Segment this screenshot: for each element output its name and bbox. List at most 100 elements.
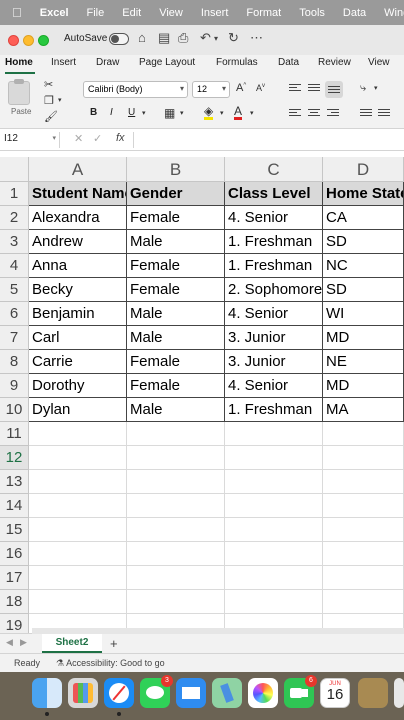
table-cell[interactable] xyxy=(225,590,323,614)
partial-app-icon[interactable] xyxy=(394,678,404,708)
underline-dropdown-icon[interactable]: ▾ xyxy=(142,109,146,117)
table-cell[interactable] xyxy=(127,566,225,590)
header-cell[interactable]: Student Name xyxy=(29,182,127,206)
font-size-select[interactable]: 12 ▾ xyxy=(192,81,230,98)
select-all-corner[interactable] xyxy=(0,157,29,182)
maximize-window-button[interactable] xyxy=(38,35,49,46)
table-cell[interactable] xyxy=(127,542,225,566)
table-cell[interactable]: Male xyxy=(127,230,225,254)
table-cell[interactable] xyxy=(29,494,127,518)
borders-dropdown-icon[interactable]: ▾ xyxy=(180,109,184,117)
table-cell[interactable]: 4. Senior xyxy=(225,302,323,326)
add-sheet-button[interactable]: + xyxy=(110,636,118,651)
calendar-icon[interactable]: JUN 16 xyxy=(320,678,350,708)
home-icon[interactable]: ⌂ xyxy=(138,30,146,45)
row-header[interactable]: 2 xyxy=(0,206,29,230)
row-header[interactable]: 11 xyxy=(0,422,29,446)
print-icon[interactable]: ⎙ xyxy=(178,30,188,46)
menu-excel[interactable]: Excel xyxy=(40,7,69,19)
align-left-icon[interactable] xyxy=(289,109,301,119)
fill-color-icon[interactable]: ◈ xyxy=(204,105,214,120)
orientation-icon[interactable]: ⤷ xyxy=(360,82,366,95)
close-window-button[interactable] xyxy=(8,35,19,46)
autosave-toggle[interactable] xyxy=(109,33,129,45)
cut-icon[interactable]: ✂ xyxy=(44,78,53,91)
column-header[interactable]: B xyxy=(127,157,225,182)
table-cell[interactable] xyxy=(323,590,404,614)
menu-view[interactable]: View xyxy=(159,7,183,19)
table-cell[interactable] xyxy=(225,494,323,518)
table-cell[interactable]: Male xyxy=(127,302,225,326)
align-center-icon[interactable] xyxy=(308,109,320,119)
launchpad-icon[interactable] xyxy=(68,678,98,708)
table-cell[interactable] xyxy=(225,446,323,470)
maps-icon[interactable] xyxy=(212,678,242,708)
table-cell[interactable]: Becky xyxy=(29,278,127,302)
underline-button[interactable]: U xyxy=(128,107,135,118)
undo-dropdown-icon[interactable]: ▾ xyxy=(214,34,218,43)
table-cell[interactable]: MD xyxy=(323,374,404,398)
font-color-dropdown-icon[interactable]: ▾ xyxy=(250,109,254,117)
accessibility-status[interactable]: ⚗ Accessibility: Good to go xyxy=(56,658,165,669)
font-color-icon[interactable]: A xyxy=(234,105,243,120)
table-cell[interactable] xyxy=(225,566,323,590)
paste-icon[interactable] xyxy=(8,79,30,105)
menu-file[interactable]: File xyxy=(87,7,105,19)
column-header[interactable]: D xyxy=(323,157,404,182)
table-cell[interactable]: 1. Freshman xyxy=(225,230,323,254)
mail-icon[interactable] xyxy=(176,678,206,708)
table-cell[interactable] xyxy=(225,422,323,446)
table-cell[interactable] xyxy=(29,542,127,566)
table-cell[interactable]: Andrew xyxy=(29,230,127,254)
tab-view[interactable]: View xyxy=(368,57,390,68)
row-header[interactable]: 7 xyxy=(0,326,29,350)
table-cell[interactable] xyxy=(127,446,225,470)
safari-icon[interactable] xyxy=(104,678,134,716)
row-header[interactable]: 1 xyxy=(0,182,29,206)
table-cell[interactable]: CA xyxy=(323,206,404,230)
table-cell[interactable]: 4. Senior xyxy=(225,374,323,398)
copy-icon[interactable]: ❐ xyxy=(44,94,54,107)
italic-button[interactable]: I xyxy=(110,107,113,118)
row-header[interactable]: 10 xyxy=(0,398,29,422)
confirm-formula-icon[interactable]: ✓ xyxy=(93,132,102,145)
table-cell[interactable]: 3. Junior xyxy=(225,326,323,350)
save-icon[interactable]: ▤ xyxy=(158,30,170,46)
table-cell[interactable]: NC xyxy=(323,254,404,278)
table-cell[interactable]: Dorothy xyxy=(29,374,127,398)
table-cell[interactable]: Alexandra xyxy=(29,206,127,230)
insert-function-button[interactable]: fx xyxy=(116,132,125,144)
table-cell[interactable] xyxy=(225,470,323,494)
table-cell[interactable]: 4. Senior xyxy=(225,206,323,230)
increase-indent-icon[interactable] xyxy=(378,109,390,119)
tab-insert[interactable]: Insert xyxy=(51,57,76,68)
row-header[interactable]: 14 xyxy=(0,494,29,518)
sheet-nav-right-icon[interactable]: ▶ xyxy=(20,637,27,648)
table-cell[interactable]: Carl xyxy=(29,326,127,350)
table-cell[interactable]: 2. Sophomore xyxy=(225,278,323,302)
table-cell[interactable] xyxy=(323,446,404,470)
row-header[interactable]: 17 xyxy=(0,566,29,590)
apple-icon[interactable]:  xyxy=(12,5,22,20)
row-header[interactable]: 6 xyxy=(0,302,29,326)
row-header[interactable]: 15 xyxy=(0,518,29,542)
table-cell[interactable]: 3. Junior xyxy=(225,350,323,374)
table-cell[interactable]: MA xyxy=(323,398,404,422)
row-header[interactable]: 4 xyxy=(0,254,29,278)
table-cell[interactable]: Male xyxy=(127,398,225,422)
column-header[interactable]: C xyxy=(225,157,323,182)
row-header[interactable]: 12 xyxy=(0,446,29,470)
column-header[interactable]: A xyxy=(29,157,127,182)
table-cell[interactable] xyxy=(127,422,225,446)
table-cell[interactable] xyxy=(127,494,225,518)
table-cell[interactable]: SD xyxy=(323,230,404,254)
table-cell[interactable]: Anna xyxy=(29,254,127,278)
table-cell[interactable]: Female xyxy=(127,350,225,374)
tab-review[interactable]: Review xyxy=(318,57,351,68)
table-cell[interactable]: Carrie xyxy=(29,350,127,374)
table-cell[interactable] xyxy=(127,470,225,494)
tab-draw[interactable]: Draw xyxy=(96,57,119,68)
menu-format[interactable]: Format xyxy=(246,7,281,19)
table-cell[interactable] xyxy=(29,446,127,470)
format-painter-icon[interactable]: 🖌 xyxy=(44,110,58,123)
